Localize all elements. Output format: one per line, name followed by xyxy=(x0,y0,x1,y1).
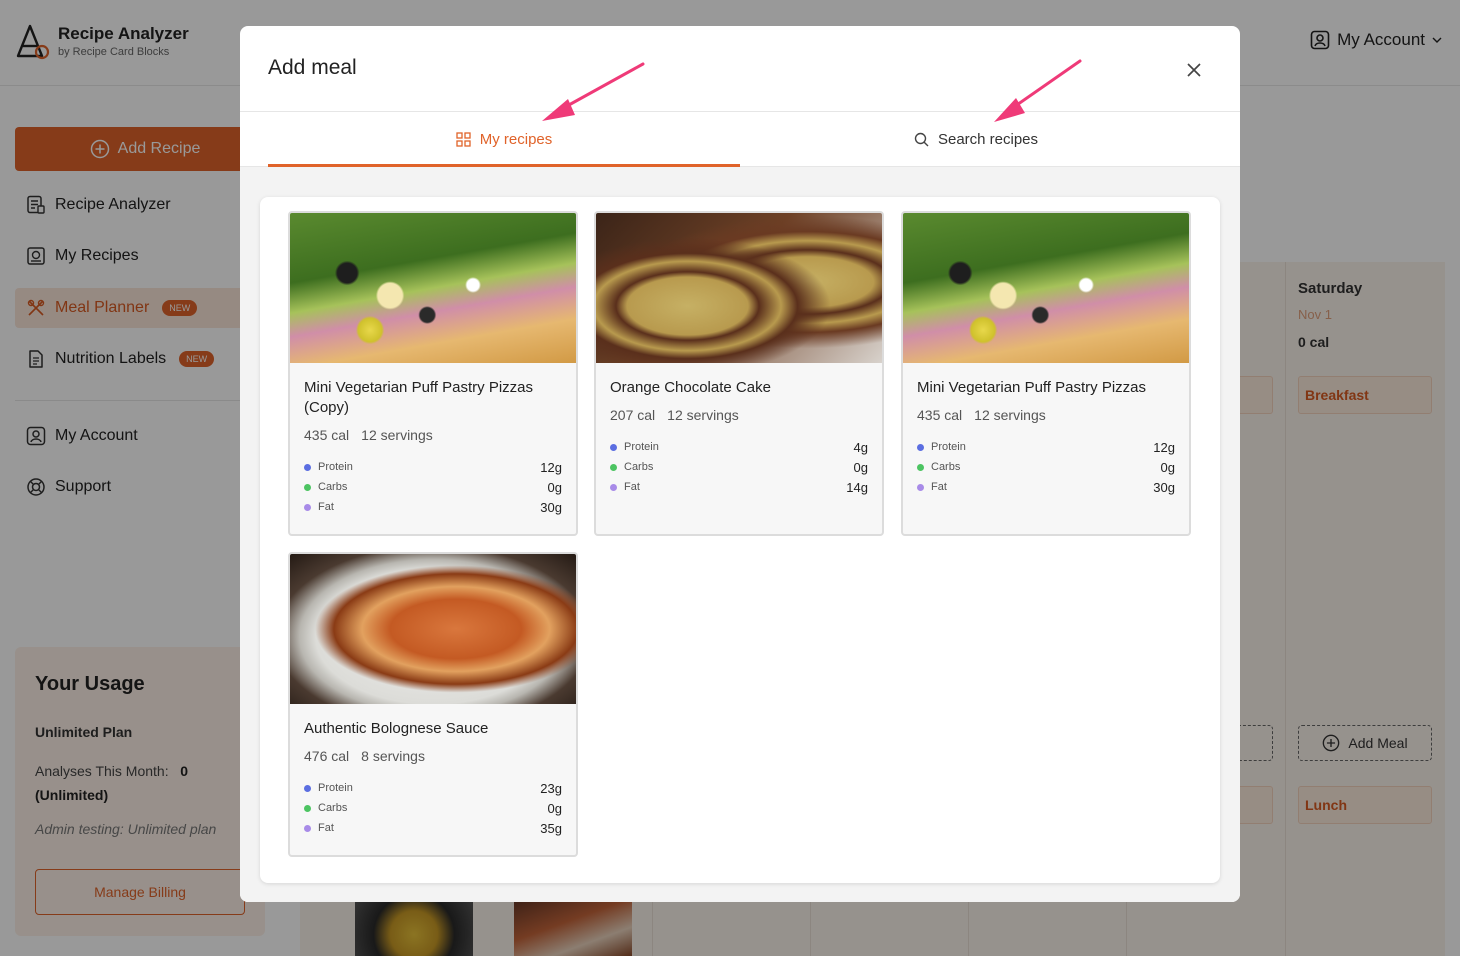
macro-row-protein: Protein 12g xyxy=(304,457,562,477)
macro-row-protein: Protein 23g xyxy=(304,778,562,798)
carbs-dot xyxy=(304,804,311,812)
add-meal-modal: Add meal My recipes Search recipes Mini … xyxy=(240,26,1240,902)
macro-value: 12g xyxy=(1153,439,1175,455)
macro-label: Protein xyxy=(624,441,659,453)
macro-list: Protein 23g Carbs 0g Fat 35g xyxy=(304,778,562,838)
fat-dot xyxy=(917,483,924,491)
tab-my-recipes[interactable]: My recipes xyxy=(268,112,740,167)
macro-label: Carbs xyxy=(931,461,961,473)
recipe-calories: 435 cal xyxy=(917,407,963,423)
recipe-card[interactable]: Authentic Bolognese Sauce 476 cal 8 servi… xyxy=(288,552,578,857)
macro-value: 12g xyxy=(540,459,562,475)
recipe-servings: 12 servings xyxy=(667,407,739,423)
macro-row-fat: Fat 35g xyxy=(304,818,562,838)
recipe-card[interactable]: Orange Chocolate Cake 207 cal 12 servings… xyxy=(594,211,884,536)
macro-label: Fat xyxy=(318,822,334,834)
fat-dot xyxy=(304,503,311,511)
recipe-calories: 435 cal xyxy=(304,427,350,443)
recipe-servings: 8 servings xyxy=(361,748,425,764)
macro-label: Fat xyxy=(624,481,640,493)
macro-list: Protein 4g Carbs 0g Fat 14g xyxy=(610,437,868,497)
modal-content: Mini Vegetarian Puff Pastry Pizzas (Copy… xyxy=(240,167,1240,902)
macro-label: Fat xyxy=(318,501,334,513)
macro-label: Fat xyxy=(931,481,947,493)
macro-label: Carbs xyxy=(624,461,654,473)
search-icon xyxy=(914,132,929,146)
macro-value: 0g xyxy=(547,479,562,495)
modal-tabs: My recipes Search recipes xyxy=(240,111,1240,167)
recipe-calories: 207 cal xyxy=(610,407,656,423)
recipe-image xyxy=(290,554,576,704)
macro-row-carbs: Carbs 0g xyxy=(610,457,868,477)
macro-row-carbs: Carbs 0g xyxy=(304,477,562,497)
macro-label: Protein xyxy=(318,782,353,794)
carbs-dot xyxy=(610,463,617,471)
recipe-card[interactable]: Mini Vegetarian Puff Pastry Pizzas (Copy… xyxy=(288,211,578,536)
recipe-name: Orange Chocolate Cake xyxy=(610,379,771,396)
fat-dot xyxy=(610,483,617,491)
recipe-image xyxy=(596,213,882,363)
modal-title: Add meal xyxy=(268,56,357,79)
macro-list: Protein 12g Carbs 0g Fat 30g xyxy=(304,457,562,517)
macro-list: Protein 12g Carbs 0g Fat 30g xyxy=(917,437,1175,497)
carbs-dot xyxy=(917,463,924,471)
carbs-dot xyxy=(304,483,311,491)
macro-value: 0g xyxy=(853,459,868,475)
macro-row-protein: Protein 4g xyxy=(610,437,868,457)
tab-label: My recipes xyxy=(479,130,553,148)
macro-row-carbs: Carbs 0g xyxy=(917,457,1175,477)
recipe-calories: 476 cal xyxy=(304,748,350,764)
recipe-image xyxy=(290,213,576,363)
macro-label: Protein xyxy=(931,441,966,453)
protein-dot xyxy=(917,443,924,451)
grid-icon xyxy=(456,131,471,147)
recipe-grid: Mini Vegetarian Puff Pastry Pizzas (Copy… xyxy=(260,197,1220,883)
recipe-servings: 12 servings xyxy=(974,407,1046,423)
recipe-card[interactable]: Mini Vegetarian Puff Pastry Pizzas 435 c… xyxy=(901,211,1191,536)
macro-value: 30g xyxy=(1153,479,1175,495)
macro-label: Protein xyxy=(318,461,353,473)
macro-label: Carbs xyxy=(318,802,348,814)
protein-dot xyxy=(304,463,311,471)
macro-label: Carbs xyxy=(318,481,348,493)
macro-value: 0g xyxy=(547,800,562,816)
macro-value: 0g xyxy=(1160,459,1175,475)
macro-row-protein: Protein 12g xyxy=(917,437,1175,457)
macro-value: 4g xyxy=(853,439,868,455)
tab-search-recipes[interactable]: Search recipes xyxy=(740,112,1212,166)
protein-dot xyxy=(610,443,617,451)
macro-value: 23g xyxy=(540,780,562,796)
macro-row-fat: Fat 30g xyxy=(304,497,562,517)
tab-label: Search recipes xyxy=(937,130,1039,148)
recipe-name: Authentic Bolognese Sauce xyxy=(304,720,489,737)
macro-row-fat: Fat 30g xyxy=(917,477,1175,497)
close-icon xyxy=(1187,63,1201,77)
macro-value: 14g xyxy=(846,479,868,495)
macro-row-fat: Fat 14g xyxy=(610,477,868,497)
recipe-image xyxy=(903,213,1189,363)
recipe-name: Mini Vegetarian Puff Pastry Pizzas (Copy… xyxy=(304,379,533,416)
macro-value: 30g xyxy=(540,499,562,515)
macro-value: 35g xyxy=(540,820,562,836)
close-button[interactable] xyxy=(1180,56,1208,84)
recipe-servings: 12 servings xyxy=(361,427,433,443)
macro-row-carbs: Carbs 0g xyxy=(304,798,562,818)
protein-dot xyxy=(304,784,311,792)
recipe-name: Mini Vegetarian Puff Pastry Pizzas xyxy=(917,379,1146,396)
fat-dot xyxy=(304,824,311,832)
